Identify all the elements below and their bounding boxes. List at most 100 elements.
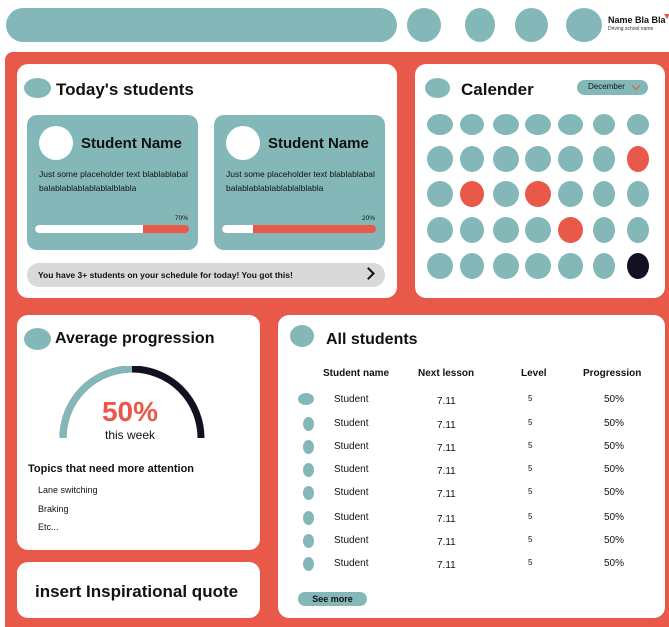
level-cell: 5 (528, 487, 533, 496)
month-select[interactable]: December (577, 80, 648, 95)
calendar-day[interactable] (525, 253, 551, 279)
todays-students-title: Today's students (56, 80, 194, 99)
chevron-right-icon[interactable] (362, 267, 375, 280)
chevron-down-icon[interactable] (664, 14, 669, 19)
driving-school-name: Driving school name (608, 26, 654, 32)
calendar-day[interactable] (593, 253, 615, 279)
column-header-student-name[interactable]: Student name (323, 368, 389, 379)
calendar-day[interactable] (460, 217, 484, 243)
schedule-banner[interactable]: You have 3+ students on your schedule fo… (27, 263, 385, 287)
student-description: Just some placeholder text blablablabalb… (39, 169, 188, 193)
progression-cell: 50% (604, 558, 625, 569)
level-cell: 5 (528, 394, 533, 403)
level-cell: 5 (528, 464, 533, 473)
student-avatar (303, 534, 314, 548)
nav-icon-1[interactable] (407, 8, 441, 42)
student-name-cell[interactable]: Student (334, 418, 368, 429)
calendar-day-marked[interactable] (558, 217, 583, 243)
topic-item: Lane switching (38, 485, 98, 495)
student-avatar (303, 417, 314, 431)
calendar-day[interactable] (427, 146, 453, 172)
progression-cell: 50% (604, 487, 625, 498)
calendar-day[interactable] (593, 181, 615, 207)
next-lesson-cell: 7.11 (437, 514, 456, 525)
student-avatar (226, 126, 260, 160)
level-cell: 5 (528, 558, 533, 567)
calendar-day[interactable] (460, 146, 484, 172)
calendar-day[interactable] (593, 217, 615, 243)
student-name-cell[interactable]: Student (334, 394, 368, 405)
student-name: Student Name (268, 135, 369, 152)
student-avatar (303, 486, 314, 500)
search-bar[interactable] (6, 8, 397, 42)
next-lesson-cell: 7.11 (437, 560, 456, 571)
column-header-progression[interactable]: Progression (583, 368, 641, 379)
calendar-day[interactable] (627, 217, 649, 243)
student-avatar (303, 463, 314, 477)
student-description: Just some placeholder text blablablabalb… (226, 169, 375, 193)
calendar-day[interactable] (493, 146, 519, 172)
calendar-day[interactable] (493, 114, 519, 135)
calendar-day[interactable] (460, 253, 484, 279)
student-avatar (298, 393, 314, 405)
next-lesson-cell: 7.11 (437, 489, 456, 500)
student-avatar (303, 557, 314, 571)
calendar-day[interactable] (593, 114, 615, 135)
student-card[interactable]: Student Name Just some placeholder text … (214, 115, 385, 250)
calendar-day-today[interactable] (627, 253, 649, 279)
see-more-label: See more (312, 594, 353, 604)
calendar-day[interactable] (558, 181, 583, 207)
see-more-button[interactable]: See more (298, 592, 367, 606)
calendar-day[interactable] (427, 217, 453, 243)
chevron-down-icon (631, 81, 641, 91)
topic-item: Etc... (38, 522, 59, 532)
topic-item: Braking (38, 504, 69, 514)
progress-value: 50% (101, 396, 159, 427)
calendar-day[interactable] (493, 181, 519, 207)
column-header-next-lesson[interactable]: Next lesson (418, 368, 474, 379)
nav-icon-3[interactable] (515, 8, 548, 42)
progression-cell: 50% (604, 394, 625, 405)
student-name-cell[interactable]: Student (334, 487, 368, 498)
calendar-day[interactable] (525, 146, 551, 172)
calendar-day[interactable] (427, 114, 453, 135)
calendar-day[interactable] (427, 181, 453, 207)
calendar-day[interactable] (627, 181, 649, 207)
inspirational-quote: insert Inspirational quote (35, 582, 239, 601)
next-lesson-cell: 7.11 (437, 537, 456, 548)
calendar-day[interactable] (558, 253, 583, 279)
todays-students-icon (24, 78, 51, 98)
student-name-cell[interactable]: Student (334, 464, 368, 475)
calendar-day-marked[interactable] (627, 146, 649, 172)
calendar-day[interactable] (427, 253, 453, 279)
student-card[interactable]: Student Name Just some placeholder text … (27, 115, 198, 250)
student-avatar (303, 511, 314, 525)
all-students-icon (290, 325, 314, 347)
calendar-day[interactable] (493, 253, 519, 279)
calendar-day[interactable] (558, 146, 583, 172)
calendar-day-marked[interactable] (525, 181, 551, 207)
next-lesson-cell: 7.11 (437, 443, 456, 454)
student-name-cell[interactable]: Student (334, 512, 368, 523)
calendar-day[interactable] (525, 114, 551, 135)
level-cell: 5 (528, 441, 533, 450)
calendar-day[interactable] (627, 114, 649, 135)
calendar-day[interactable] (460, 114, 484, 135)
calendar-day[interactable] (525, 217, 551, 243)
avatar[interactable] (566, 8, 602, 42)
student-name: Student Name (81, 135, 182, 152)
column-header-level[interactable]: Level (521, 368, 547, 379)
calendar-day-marked[interactable] (460, 181, 484, 207)
calendar-day[interactable] (593, 146, 615, 172)
level-cell: 5 (528, 512, 533, 521)
calendar-day[interactable] (493, 217, 519, 243)
student-name-cell[interactable]: Student (334, 535, 368, 546)
student-name-cell[interactable]: Student (334, 441, 368, 452)
calendar-day[interactable] (558, 114, 583, 135)
student-avatar (39, 126, 73, 160)
student-name-cell[interactable]: Student (334, 558, 368, 569)
student-progress-bar (35, 225, 189, 233)
nav-icon-2[interactable] (465, 8, 495, 42)
progression-cell: 50% (604, 464, 625, 475)
student-progress-label: 20% (361, 215, 375, 222)
